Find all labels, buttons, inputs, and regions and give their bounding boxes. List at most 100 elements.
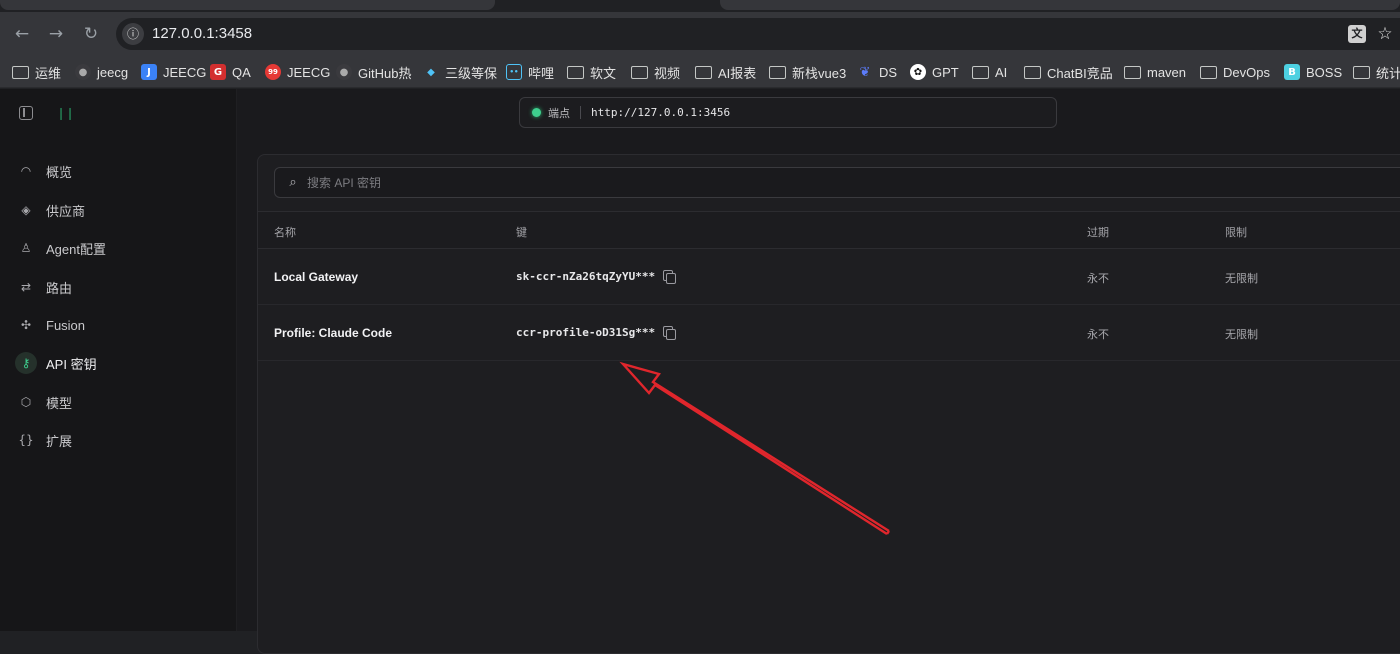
bookmark-label: ChatBI竞品 xyxy=(1047,65,1113,81)
address-bar[interactable]: ⓘ 127.0.0.1:3458 文 ☆ xyxy=(116,18,1400,50)
status-dot-icon xyxy=(532,108,541,117)
cube-icon: ⬡ xyxy=(20,395,32,409)
sidebar-item-api-keys[interactable]: ⚷ API 密钥 xyxy=(12,347,224,379)
site-icon: 99 xyxy=(265,64,281,80)
browser-tab[interactable] xyxy=(720,0,1400,10)
key-icon: ⚷ xyxy=(15,352,37,374)
sidebar-item-providers[interactable]: ◈ 供应商 xyxy=(12,194,224,226)
sidebar-item-extensions[interactable]: {} 扩展 xyxy=(12,424,224,456)
browser-tab[interactable] xyxy=(0,0,495,10)
bookmark-item[interactable]: J JEECG xyxy=(141,56,206,87)
bookmark-item[interactable]: ● GitHub热 xyxy=(336,56,412,87)
site-info-icon[interactable]: ⓘ xyxy=(122,23,144,45)
sidebar-item-label: 路由 xyxy=(46,280,73,296)
sidebar-item-routing[interactable]: ⇄ 路由 xyxy=(12,271,224,303)
bookmark-item[interactable]: maven xyxy=(1124,56,1187,87)
key-name: Profile: Claude Code xyxy=(274,326,393,340)
copy-icon[interactable] xyxy=(663,326,676,340)
sidebar-item-fusion[interactable]: ✣ Fusion xyxy=(12,309,224,341)
search-box[interactable]: ⌕ xyxy=(274,167,1400,198)
bookmark-item[interactable]: AI xyxy=(972,56,1008,87)
sidebar-item-label: 扩展 xyxy=(46,433,73,449)
bookmark-item[interactable]: ❦ DS xyxy=(857,56,898,87)
status-bars-icon: ❘❘ xyxy=(56,106,75,120)
tab-strip xyxy=(0,0,1400,12)
sidebar-item-label: API 密钥 xyxy=(46,356,97,372)
bookmark-label: GitHub热 xyxy=(358,65,412,81)
bookmark-item[interactable]: G QA xyxy=(210,56,251,87)
sidebar-collapse-icon[interactable] xyxy=(19,106,33,120)
star-icon[interactable]: ☆ xyxy=(1374,23,1396,45)
key-limit: 无限制 xyxy=(1225,329,1258,341)
layers-icon: ◈ xyxy=(21,203,31,217)
bookmark-label: 软文 xyxy=(590,65,617,81)
copy-icon[interactable] xyxy=(663,270,676,284)
bookmark-label: maven xyxy=(1147,64,1187,80)
sidebar-item-agent-config[interactable]: ♙ Agent配置 xyxy=(12,232,224,264)
site-icon: G xyxy=(210,64,226,80)
gauge-icon: ◠ xyxy=(20,164,32,178)
bookmark-label: 统计 xyxy=(1376,65,1400,81)
key-value: ccr-profile-oD31Sg*** xyxy=(516,326,656,339)
endpoint-url[interactable]: http://127.0.0.1:3456 xyxy=(591,106,730,119)
table-row[interactable]: Local Gateway sk-ccr-nZa26tqZyYU*** 永不 无… xyxy=(258,249,1400,305)
bookmark-item[interactable]: DevOps xyxy=(1200,56,1270,87)
table-row[interactable]: Profile: Claude Code ccr-profile-oD31Sg*… xyxy=(258,305,1400,361)
deepseek-icon: ❦ xyxy=(859,64,871,80)
braces-icon: {} xyxy=(18,433,34,447)
bookmark-item[interactable]: 视频 xyxy=(631,56,680,87)
folder-icon xyxy=(1124,65,1141,79)
bookmark-item[interactable]: ◆ 三级等保 xyxy=(423,56,498,87)
sidebar-item-models[interactable]: ⬡ 模型 xyxy=(12,386,224,418)
bookmark-item[interactable]: 新栈vue3 xyxy=(769,56,847,87)
bookmark-item[interactable]: •• 哔哩 xyxy=(506,56,555,87)
bookmark-label: 三级等保 xyxy=(445,65,498,81)
key-limit: 无限制 xyxy=(1225,273,1258,285)
bookmark-item[interactable]: 99 JEECG xyxy=(265,56,331,87)
divider xyxy=(580,106,581,119)
bookmark-item[interactable]: B BOSS xyxy=(1284,56,1343,87)
bookmark-label: jeecg xyxy=(97,64,129,80)
folder-icon xyxy=(1353,65,1370,79)
bookmark-label: 新栈vue3 xyxy=(792,65,847,81)
bookmark-label: 哔哩 xyxy=(528,65,555,81)
bookmark-item[interactable]: ● jeecg xyxy=(75,56,129,87)
folder-icon xyxy=(1024,65,1041,79)
bookmark-item[interactable]: 软文 xyxy=(567,56,617,87)
bookmark-label: BOSS xyxy=(1306,64,1343,80)
column-header-expiry[interactable]: 过期 xyxy=(1087,224,1109,240)
address-url[interactable]: 127.0.0.1:3458 xyxy=(152,25,252,42)
bookmark-label: QA xyxy=(232,64,251,80)
column-header-key[interactable]: 键 xyxy=(516,224,527,240)
bookmark-item[interactable]: 运维 xyxy=(12,56,62,87)
bookmark-label: 运维 xyxy=(35,65,62,81)
back-icon[interactable]: ← xyxy=(10,22,34,46)
bookmark-label: AI xyxy=(995,64,1008,80)
bookmark-item[interactable]: ✿ GPT xyxy=(910,56,959,87)
column-header-name[interactable]: 名称 xyxy=(274,224,296,240)
sidebar-item-label: Fusion xyxy=(46,317,86,333)
bookmark-item[interactable]: 统计 xyxy=(1353,56,1400,87)
github-icon: ● xyxy=(336,64,352,80)
bookmark-label: JEECG xyxy=(287,64,331,80)
site-icon: J xyxy=(141,64,157,80)
sidebar-item-label: 概览 xyxy=(46,164,73,180)
sidebar-item-label: 模型 xyxy=(46,395,73,411)
translate-icon[interactable]: 文 xyxy=(1348,25,1366,43)
folder-icon xyxy=(972,65,989,79)
site-icon: B xyxy=(1284,64,1300,80)
endpoint-bar[interactable]: 端点 http://127.0.0.1:3456 xyxy=(519,97,1057,128)
bookmark-label: DS xyxy=(879,64,898,80)
sidebar-item-overview[interactable]: ◠ 概览 xyxy=(12,155,224,187)
forward-icon[interactable]: → xyxy=(44,22,68,46)
bookmarks-bar: 运维 ● jeecg J JEECG G QA 99 JEECG ● GitHub热 ◆ 三… xyxy=(0,56,1400,88)
browser-toolbar: ← → ↻ ⓘ 127.0.0.1:3458 文 ☆ xyxy=(0,12,1400,56)
reload-icon[interactable]: ↻ xyxy=(79,22,103,46)
column-header-limit[interactable]: 限制 xyxy=(1225,224,1247,240)
bookmark-item[interactable]: AI报表 xyxy=(695,56,756,87)
search-input[interactable] xyxy=(307,175,907,190)
bookmark-item[interactable]: ChatBI竞品 xyxy=(1024,56,1113,87)
folder-icon xyxy=(1200,65,1217,79)
table-header: 名称 键 过期 限制 xyxy=(258,211,1400,249)
endpoint-label: 端点 xyxy=(548,107,570,120)
